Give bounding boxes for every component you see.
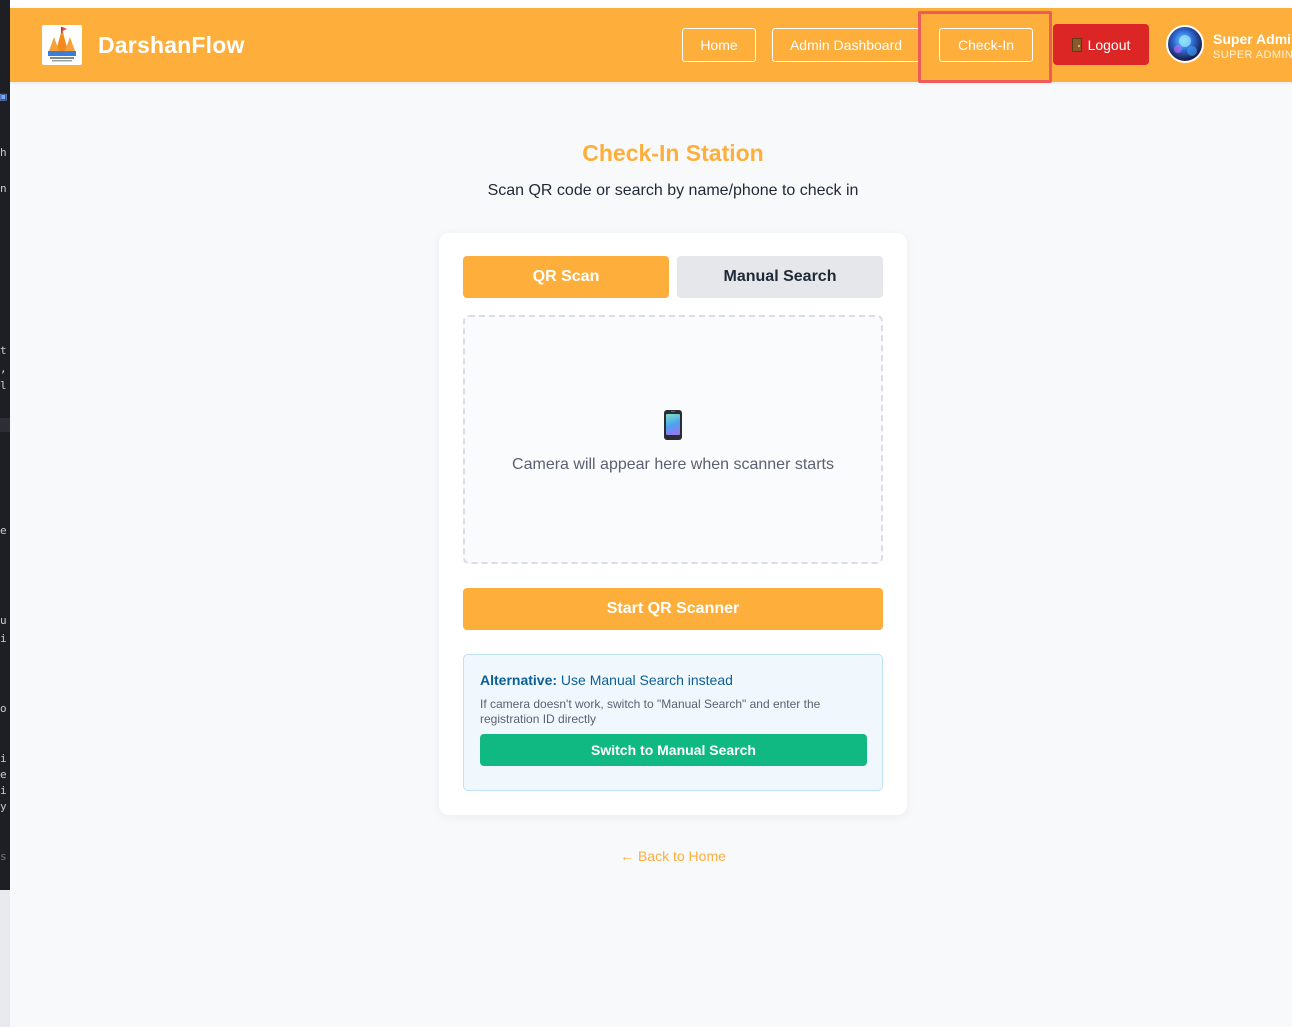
- nav-home-button[interactable]: Home: [682, 28, 756, 62]
- start-qr-scanner-button[interactable]: Start QR Scanner: [463, 588, 883, 630]
- nav-admin-dashboard-button[interactable]: Admin Dashboard: [772, 28, 920, 62]
- logout-label: Logout: [1087, 36, 1131, 53]
- alternative-heading-text: Use Manual Search instead: [560, 672, 733, 688]
- window-top-edge: [0, 0, 1292, 8]
- background-terminal-strip: ▣ h n t , l e u i o i e i y s: [0, 0, 10, 890]
- user-role: SUPER ADMIN: [1213, 49, 1292, 61]
- check-in-card: QR Scan Manual Search Camera will appear…: [439, 233, 907, 815]
- mobile-phone-icon: [664, 410, 682, 440]
- temple-logo-icon[interactable]: [42, 25, 82, 65]
- tab-manual-search[interactable]: Manual Search: [677, 256, 883, 298]
- tab-qr-scan[interactable]: QR Scan: [463, 256, 669, 298]
- back-to-home-link[interactable]: ← Back to Home: [0, 848, 1292, 864]
- app-header: DarshanFlow Home Admin Dashboard Check-I…: [10, 8, 1292, 83]
- camera-placeholder-text: Camera will appear here when scanner sta…: [512, 456, 834, 473]
- switch-to-manual-search-button[interactable]: Switch to Manual Search: [480, 734, 867, 766]
- brand-name[interactable]: DarshanFlow: [98, 32, 245, 59]
- door-icon: [1071, 37, 1082, 52]
- alternative-heading: Alternative: Use Manual Search instead: [480, 672, 733, 688]
- user-name: Super Admin: [1213, 31, 1292, 47]
- alternative-description: If camera doesn't work, switch to "Manua…: [480, 697, 821, 726]
- camera-preview-area: Camera will appear here when scanner sta…: [463, 315, 883, 564]
- page-subtitle: Scan QR code or search by name/phone to …: [487, 182, 859, 199]
- background-window-area: [0, 890, 10, 1027]
- alternative-info-box: Alternative: Use Manual Search instead I…: [463, 654, 883, 791]
- page-title: Check-In Station: [582, 140, 764, 166]
- alternative-label: Alternative:: [480, 672, 558, 688]
- user-avatar[interactable]: [1166, 25, 1204, 63]
- logout-button[interactable]: Logout: [1053, 24, 1149, 65]
- nav-check-in-button[interactable]: Check-In: [939, 28, 1033, 62]
